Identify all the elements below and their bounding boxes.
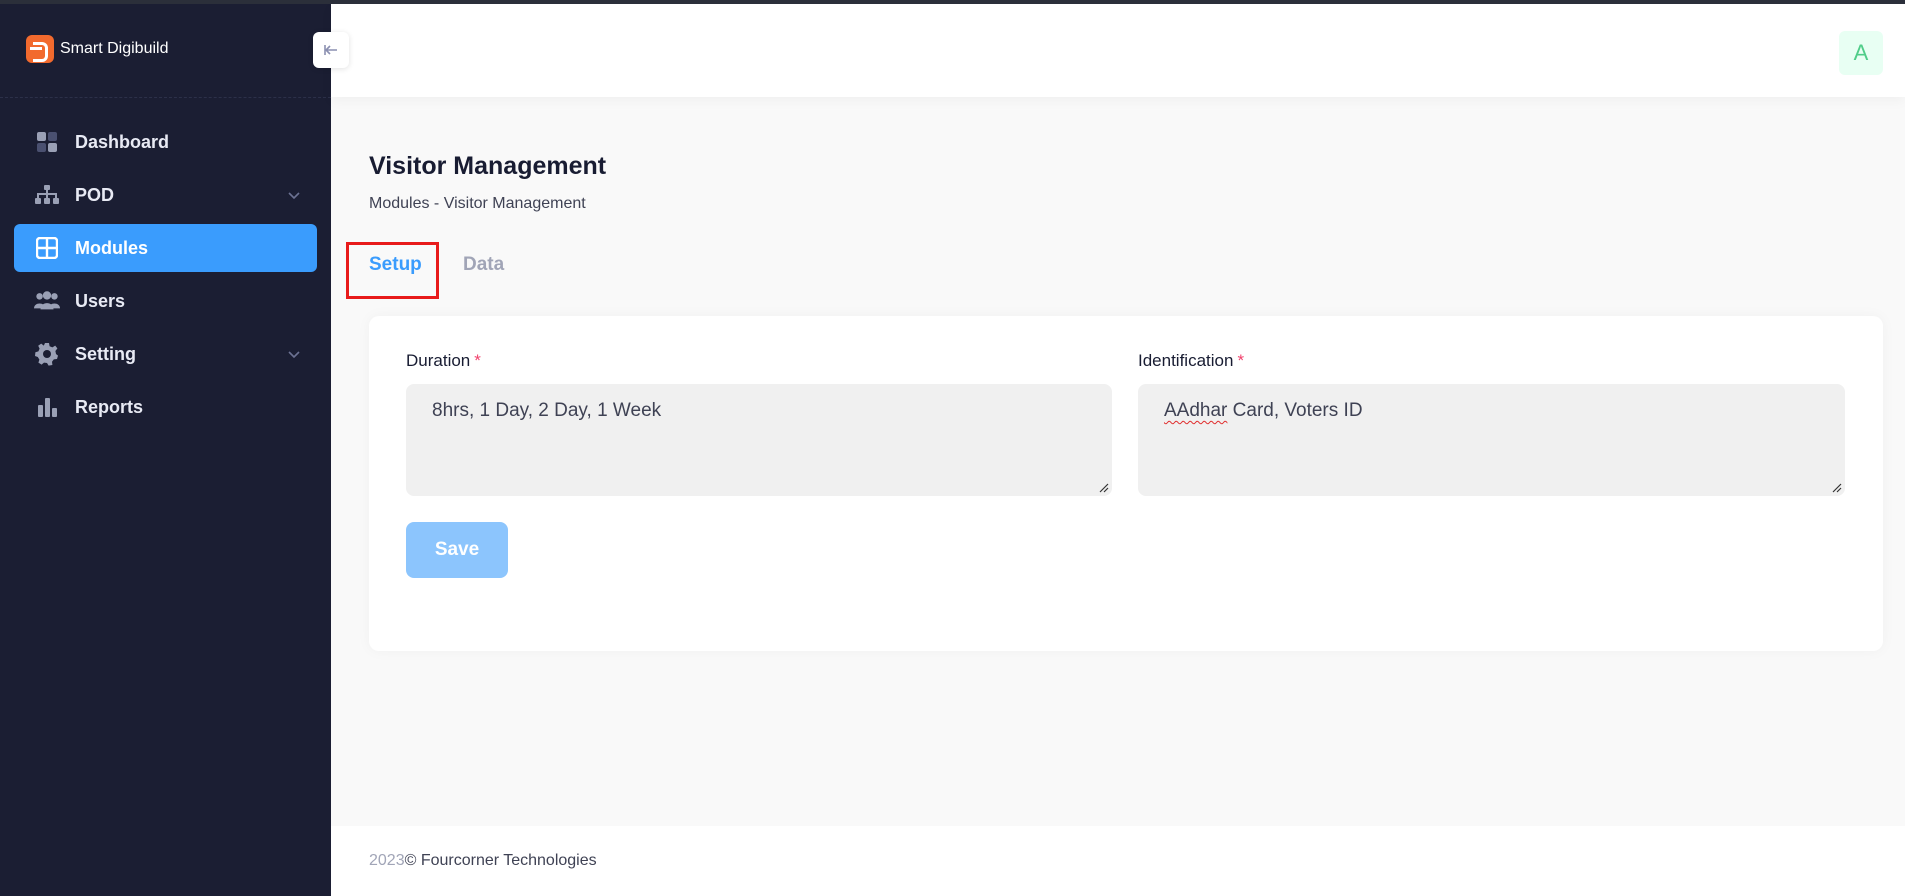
sidebar-item-reports[interactable]: Reports xyxy=(14,383,317,431)
bar-chart-icon xyxy=(34,394,60,420)
sidebar-collapse-button[interactable] xyxy=(313,32,349,68)
sitemap-icon xyxy=(34,182,60,208)
arrow-left-icon xyxy=(324,45,337,55)
breadcrumb: Modules - Visitor Management xyxy=(369,195,586,212)
sidebar-item-label: Modules xyxy=(75,237,149,258)
duration-field-value: 8hrs, 1 Day, 2 Day, 1 Week xyxy=(432,400,662,421)
footer-year: 2023 xyxy=(369,852,405,869)
sidebar: Smart Digibuild Dashboard POD Modules Us… xyxy=(0,0,331,896)
avatar[interactable]: A xyxy=(1839,31,1883,75)
save-button[interactable]: Save xyxy=(406,522,508,578)
grid-icon xyxy=(34,235,60,261)
setup-form-card: Duration * 8hrs, 1 Day, 2 Day, 1 Week Ide… xyxy=(369,316,1883,651)
chevron-down-icon xyxy=(288,192,300,200)
sidebar-item-label: Dashboard xyxy=(75,131,170,152)
duration-field[interactable]: 8hrs, 1 Day, 2 Day, 1 Week xyxy=(406,384,1112,496)
spellcheck-flagged-word: AAdhar xyxy=(1164,400,1228,421)
highlight-box xyxy=(346,242,439,299)
sidebar-item-label: Users xyxy=(75,290,126,311)
sidebar-item-dashboard[interactable]: Dashboard xyxy=(14,118,317,166)
sidebar-item-modules[interactable]: Modules xyxy=(14,224,317,272)
required-marker: * xyxy=(474,351,481,370)
resize-handle-icon[interactable] xyxy=(1099,483,1109,493)
chevron-down-icon xyxy=(288,351,300,359)
top-header: A xyxy=(331,4,1905,97)
footer-text: 2023© Fourcorner Technologies xyxy=(369,852,597,870)
app-logo xyxy=(26,34,54,63)
top-strip xyxy=(0,0,1905,4)
required-marker: * xyxy=(1237,351,1245,370)
tab-data[interactable]: Data xyxy=(463,254,504,276)
sidebar-menu: Dashboard POD Modules Users Setting Repo… xyxy=(0,118,331,431)
identification-field-value: Card, Voters ID xyxy=(1227,400,1363,421)
identification-field[interactable]: AAdhar Card, Voters ID xyxy=(1138,384,1845,496)
sidebar-item-pod[interactable]: POD xyxy=(14,171,317,219)
page-title: Visitor Management xyxy=(369,152,607,180)
sidebar-item-label: POD xyxy=(75,184,115,205)
sidebar-item-users[interactable]: Users xyxy=(14,277,317,325)
brand-name: Smart Digibuild xyxy=(60,39,169,57)
identification-label-text: Identification xyxy=(1138,351,1234,370)
duration-label-text: Duration xyxy=(406,351,471,370)
dashboard-icon xyxy=(34,129,60,155)
footer: 2023© Fourcorner Technologies xyxy=(331,826,1905,896)
resize-handle-icon[interactable] xyxy=(1832,483,1842,493)
duration-label: Duration * xyxy=(406,351,481,371)
brand[interactable]: Smart Digibuild xyxy=(0,0,331,98)
sidebar-item-label: Setting xyxy=(75,343,136,364)
footer-company-link[interactable]: © Fourcorner Technologies xyxy=(405,852,597,869)
sidebar-item-setting[interactable]: Setting xyxy=(14,330,317,378)
gear-icon xyxy=(34,341,60,367)
sidebar-item-label: Reports xyxy=(75,396,144,417)
users-icon xyxy=(34,288,60,314)
identification-label: Identification * xyxy=(1138,351,1244,371)
